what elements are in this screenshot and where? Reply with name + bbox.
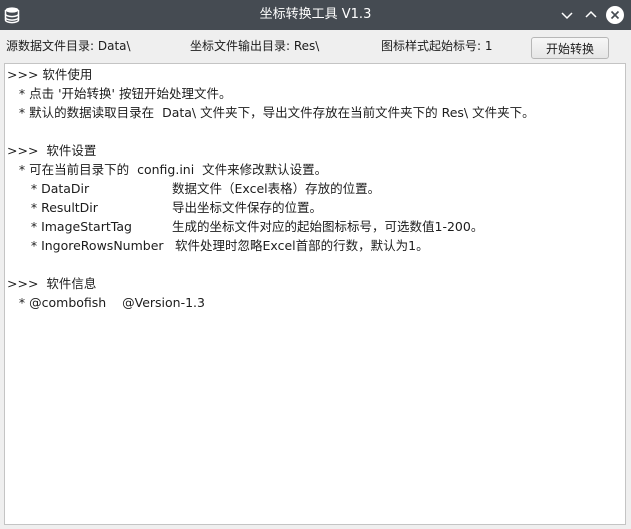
setting-key: * ResultDir [7, 200, 98, 215]
close-icon[interactable] [604, 4, 626, 26]
log-text-area[interactable]: >>> 软件使用 * 点击 '开始转换' 按钮开始处理文件。 * 默认的数据读取… [4, 63, 626, 525]
setting-desc: 数据文件（Excel表格）存放的位置。 [172, 181, 381, 196]
start-convert-button[interactable]: 开始转换 [531, 37, 609, 59]
settings-heading: >>> 软件设置 [7, 143, 97, 158]
info-heading: >>> 软件信息 [7, 276, 97, 291]
setting-key: * IngoreRowsNumber [7, 238, 164, 253]
chevron-down-icon[interactable] [556, 4, 578, 26]
usage-line: * 点击 '开始转换' 按钮开始处理文件。 [7, 86, 232, 101]
setting-key: * ImageStartTag [7, 219, 132, 234]
app-window: 坐标转换工具 V1.3 源数据文件目录: Data\ 坐标文件输出目录: Res… [0, 0, 631, 529]
chevron-up-icon[interactable] [580, 4, 602, 26]
source-dir-label: 源数据文件目录: Data\ [6, 39, 131, 53]
info-line: * @combofish @Version-1.3 [7, 295, 205, 310]
setting-key: * DataDir [7, 181, 90, 196]
title-bar[interactable]: 坐标转换工具 V1.3 [0, 0, 631, 30]
window-title: 坐标转换工具 V1.3 [259, 7, 372, 22]
setting-desc: 生成的坐标文件对应的起始图标标号，可选数值1-200。 [172, 219, 484, 234]
setting-desc: 导出坐标文件保存的位置。 [172, 200, 323, 215]
start-tag-label: 图标样式起始标号: 1 [381, 39, 493, 53]
setting-desc: 软件处理时忽略Excel首部的行数，默认为1。 [175, 238, 429, 253]
settings-intro: * 可在当前目录下的 config.ini 文件来修改默认设置。 [7, 162, 328, 177]
output-dir-label: 坐标文件输出目录: Res\ [190, 39, 320, 53]
usage-heading: >>> 软件使用 [7, 67, 93, 82]
usage-line: * 默认的数据读取目录在 Data\ 文件夹下，导出文件存放在当前文件夹下的 R… [7, 105, 535, 120]
